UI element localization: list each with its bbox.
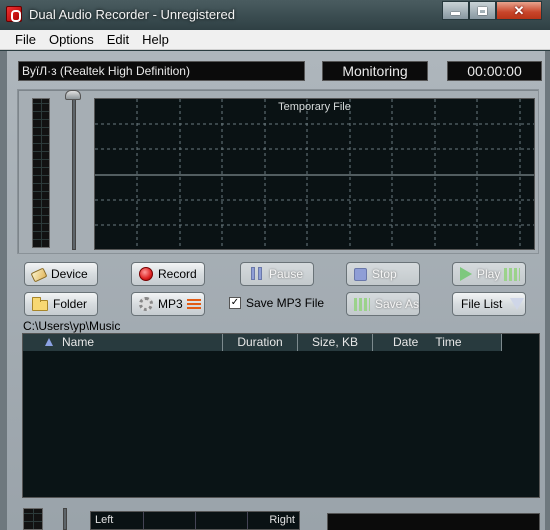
column-name-label: Name [62, 335, 95, 349]
balance-right-label: Right [269, 514, 295, 526]
title-bar: Dual Audio Recorder - Unregistered ✕ [0, 0, 550, 30]
play-icon [460, 267, 472, 281]
play-button-label: Play [477, 267, 501, 281]
save-as-button-label: Save As [374, 297, 419, 311]
record-button-label: Record [158, 267, 197, 281]
column-date-time[interactable]: Date Time [373, 334, 502, 351]
file-list-button-label: File List [461, 297, 503, 311]
menu-options[interactable]: Options [43, 30, 101, 49]
playback-display [327, 513, 540, 530]
volume-slider-track[interactable] [72, 98, 76, 250]
gear-icon [139, 297, 153, 311]
save-mp3-label: Save MP3 File [246, 296, 325, 310]
waveform-scope: Temporary File [94, 98, 535, 250]
timer-display: 00:00:00 [447, 61, 542, 81]
volume-slider-thumb[interactable] [65, 90, 81, 100]
balance-meter[interactable]: Left Right [90, 511, 300, 530]
close-button[interactable]: ✕ [496, 1, 542, 20]
column-time-label: Time [435, 335, 462, 349]
column-size[interactable]: Size, KB [298, 334, 373, 351]
sort-ascending-icon [45, 338, 53, 346]
mp3-button[interactable]: MP3 [131, 292, 205, 316]
stop-icon [354, 267, 367, 281]
file-list-header: Name Duration Size, KB Date Time [23, 334, 502, 351]
mp3-format-icon [186, 299, 201, 309]
save-mp3-checkbox[interactable]: ✓ Save MP3 File [229, 296, 324, 310]
save-as-button[interactable]: Save As [346, 292, 420, 316]
mp3-button-label: MP3 [158, 297, 183, 311]
main-panel: ВуїЛ·з (Realtek High Definition) Monitor… [0, 51, 550, 530]
column-duration[interactable]: Duration [223, 334, 298, 351]
menu-edit[interactable]: Edit [101, 30, 136, 49]
stop-button[interactable]: Stop [346, 262, 420, 286]
column-date-label: Date [393, 335, 419, 349]
status-display: Monitoring [322, 61, 428, 81]
balance-left-label: Left [95, 514, 114, 526]
window-title: Dual Audio Recorder - Unregistered [29, 7, 235, 22]
waveform-icon [354, 297, 370, 311]
folder-icon [32, 296, 48, 311]
folder-path: C:\Users\yp\Music [23, 319, 121, 333]
maximize-icon [478, 6, 487, 15]
minimize-icon [451, 11, 460, 15]
maximize-button[interactable] [469, 1, 496, 20]
menu-bar: File Options Edit Help [0, 30, 550, 50]
device-button-label: Device [51, 267, 88, 281]
minimize-button[interactable] [442, 1, 469, 20]
scope-label: Temporary File [278, 101, 351, 113]
device-button[interactable]: Device [24, 262, 98, 286]
folder-button[interactable]: Folder [24, 292, 98, 316]
close-icon: ✕ [513, 2, 525, 18]
chevron-down-icon [510, 298, 525, 310]
save-mp3-check-mark[interactable]: ✓ [229, 297, 241, 309]
app-icon [6, 6, 22, 22]
folder-button-label: Folder [53, 297, 88, 311]
output-volume-slider[interactable] [63, 508, 67, 530]
window-controls: ✕ [442, 1, 542, 20]
menu-help[interactable]: Help [136, 30, 176, 49]
device-display: ВуїЛ·з (Realtek High Definition) [18, 61, 305, 81]
waveform-icon [504, 267, 521, 281]
play-button[interactable]: Play [452, 262, 526, 286]
visualizer-area: Temporary File [17, 89, 539, 254]
output-level-meter [23, 508, 43, 530]
scope-grid [95, 99, 534, 249]
record-icon [139, 267, 153, 281]
record-button[interactable]: Record [131, 262, 205, 286]
menu-file[interactable]: File [9, 30, 43, 49]
pause-icon [248, 267, 264, 281]
file-list[interactable]: Name Duration Size, KB Date Time [22, 333, 540, 498]
pause-button[interactable]: Pause [240, 262, 314, 286]
pause-button-label: Pause [269, 267, 304, 281]
column-name[interactable]: Name [23, 334, 223, 351]
device-icon [30, 267, 48, 283]
file-list-button[interactable]: File List [452, 292, 526, 316]
stop-button-label: Stop [372, 267, 397, 281]
level-meter [32, 98, 50, 248]
